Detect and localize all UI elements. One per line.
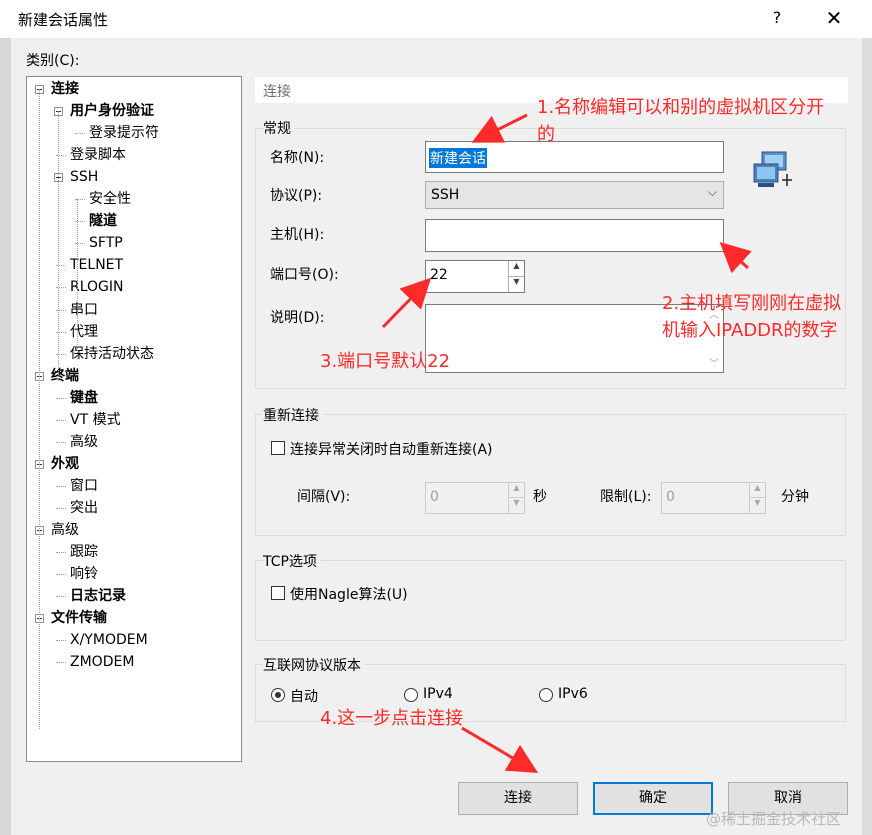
annotation-3: 3.端口号默认22 (320, 351, 451, 372)
annotation-4: 4.这一步点击连接 (320, 708, 464, 729)
annotation-arrow-3 (381, 277, 432, 329)
annotation-1-line1: 1.名称编辑可以和别的虚拟机区分开 (537, 97, 825, 118)
annotation-1-line2: 的 (537, 124, 555, 145)
annotation-arrow-4 (461, 726, 539, 774)
annotation-2-line2: 机输入IPADDR的数字 (662, 320, 838, 341)
annotation-2-line1: 2.主机填写刚刚在虚拟 (662, 293, 842, 314)
annotation-arrow-1 (471, 113, 528, 143)
watermark: @稀土掘金技术社区 (706, 810, 842, 828)
annotation-arrow-2 (719, 241, 752, 274)
